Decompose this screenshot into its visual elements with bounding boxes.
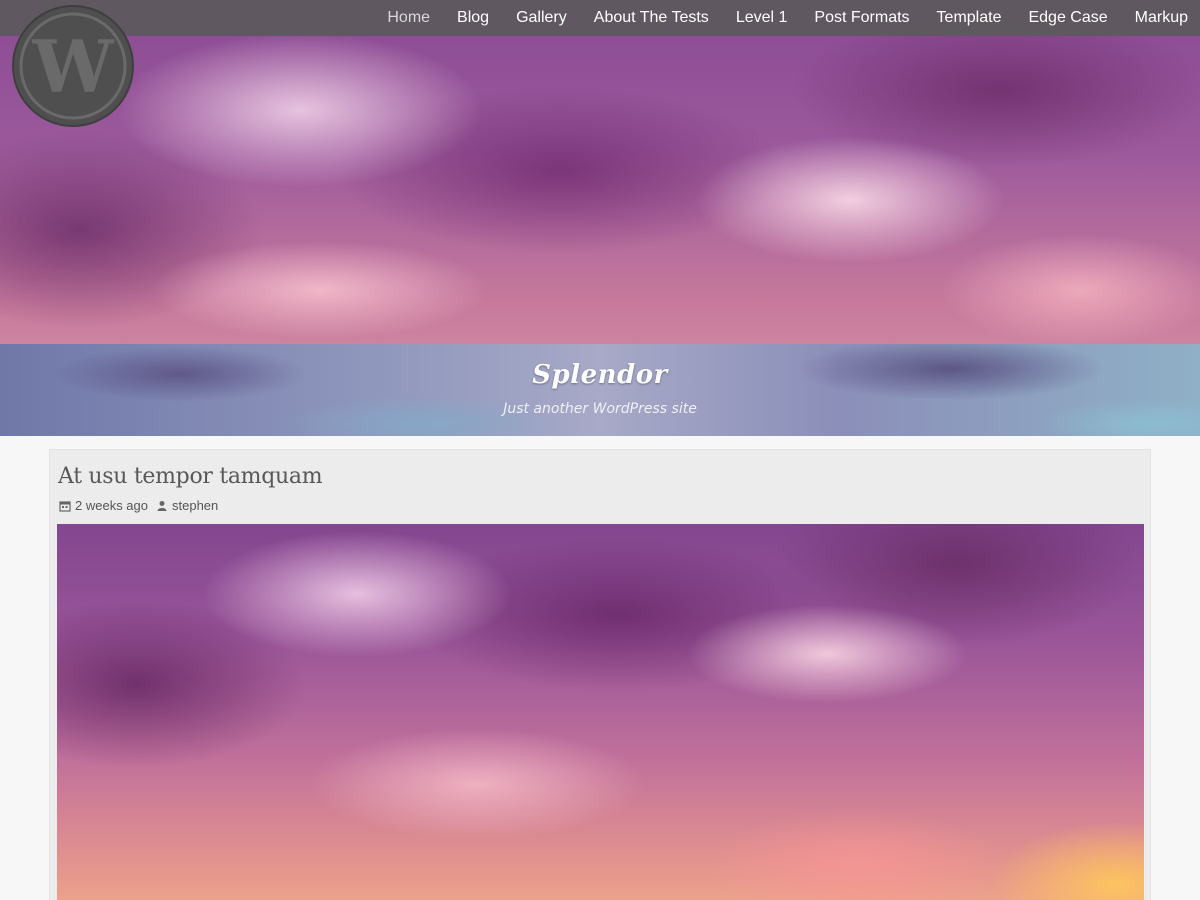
wordpress-logo-icon[interactable]: W [9,4,137,128]
nav-item-about-the-tests[interactable]: About The Tests [594,9,709,27]
nav-item-template[interactable]: Template [937,9,1002,27]
nav-item-blog[interactable]: Blog [457,9,489,27]
primary-menu: Home Blog Gallery About The Tests Level … [360,0,1188,36]
calendar-icon [59,500,71,512]
top-navbar: Home Blog Gallery About The Tests Level … [0,0,1200,36]
post-author[interactable]: stephen [172,498,218,513]
featured-image[interactable] [57,524,1144,900]
post-title[interactable]: At usu tempor tamquam [58,464,323,489]
nav-item-edge-case[interactable]: Edge Case [1028,9,1107,27]
post-date[interactable]: 2 weeks ago [75,498,148,513]
post-card: At usu tempor tamquam 2 weeks ago stephe… [49,449,1151,900]
site-tagline: Just another WordPress site [503,401,697,417]
svg-text:W: W [32,24,115,109]
post-meta: 2 weeks ago stephen [59,498,218,513]
nav-item-home[interactable]: Home [387,9,430,27]
nav-item-level-1[interactable]: Level 1 [736,9,788,27]
nav-item-gallery[interactable]: Gallery [516,9,567,27]
user-icon [156,500,168,512]
site-title[interactable]: Splendor [0,360,1200,390]
nav-item-post-formats[interactable]: Post Formats [814,9,909,27]
header-band [0,344,1200,436]
nav-item-markup[interactable]: Markup [1135,9,1188,27]
